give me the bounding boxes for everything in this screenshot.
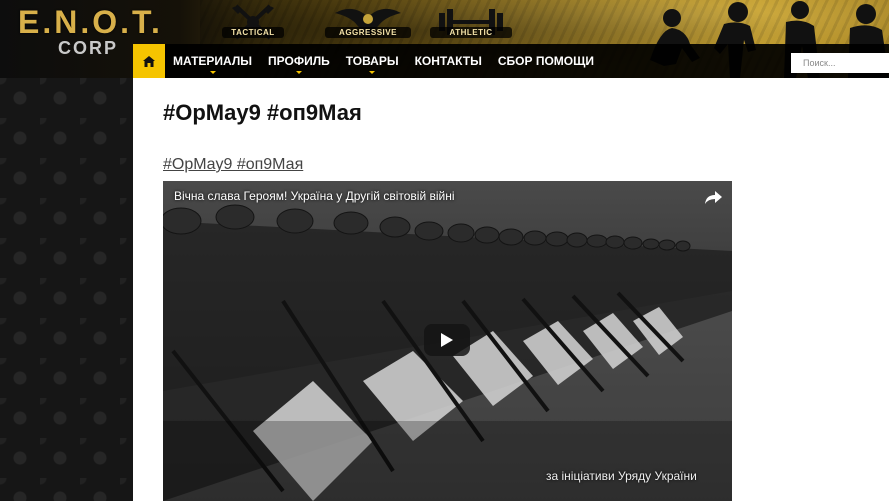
aggressive-emblem: AGGRESSIVE xyxy=(325,0,411,44)
nav-item-label: КОНТАКТЫ xyxy=(414,54,482,68)
video-caption: за ініціативи Уряду України xyxy=(546,469,697,483)
nav-item-profile[interactable]: ПРОФИЛЬ xyxy=(260,44,338,78)
chevron-down-icon xyxy=(209,71,216,74)
share-icon xyxy=(705,191,722,204)
nav-item-label: СБОР ПОМОЩИ xyxy=(497,54,594,68)
emblem-label: AGGRESSIVE xyxy=(325,27,411,38)
logo-text: E.N.O.T. xyxy=(18,4,163,40)
home-icon xyxy=(143,55,155,67)
video-player[interactable]: Вічна слава Героям! Україна у Другій сві… xyxy=(163,181,732,501)
nav-item-label: ПРОФИЛЬ xyxy=(268,54,330,68)
nav-item-products[interactable]: ТОВАРЫ xyxy=(338,44,407,78)
home-button[interactable] xyxy=(133,44,165,78)
tactical-emblem: TACTICAL xyxy=(222,0,284,44)
share-button[interactable] xyxy=(703,189,723,207)
play-button[interactable] xyxy=(424,324,470,356)
emblem-label: ATHLETIC xyxy=(430,27,512,38)
emblem-label: TACTICAL xyxy=(222,27,284,38)
chevron-down-icon xyxy=(369,71,376,74)
athletic-emblem: ATHLETIC xyxy=(430,0,512,44)
post-title-link[interactable]: #OpMay9 #оп9Мая xyxy=(163,156,303,174)
side-background xyxy=(0,78,133,501)
video-title[interactable]: Вічна слава Героям! Україна у Другій сві… xyxy=(174,189,455,203)
main-nav: МАТЕРИАЛЫ ПРОФИЛЬ ТОВАРЫ КОНТАКТЫ СБОР П… xyxy=(133,44,889,78)
chevron-down-icon xyxy=(295,71,302,74)
nav-item-fundraising[interactable]: СБОР ПОМОЩИ xyxy=(490,44,602,78)
post-title: #OpMay9 #оп9Мая xyxy=(163,100,362,125)
nav-item-label: МАТЕРИАЛЫ xyxy=(173,54,253,68)
nav-item-label: ТОВАРЫ xyxy=(345,54,399,68)
nav-item-materials[interactable]: МАТЕРИАЛЫ xyxy=(165,44,260,78)
logo-subtext: CORP xyxy=(58,38,119,58)
play-icon xyxy=(441,333,453,347)
nav-item-contacts[interactable]: КОНТАКТЫ xyxy=(407,44,490,78)
search-input[interactable] xyxy=(791,53,889,73)
